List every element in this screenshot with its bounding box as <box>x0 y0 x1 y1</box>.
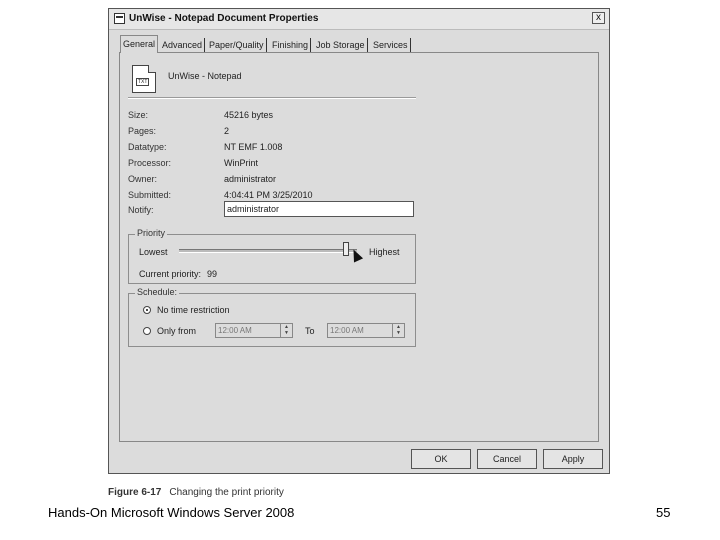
only-from-label[interactable]: Only from <box>157 326 196 336</box>
priority-slider-track[interactable] <box>179 249 357 253</box>
tab-job-storage[interactable]: Job Storage <box>314 38 368 52</box>
window-title: UnWise - Notepad Document Properties <box>129 13 319 24</box>
figure-text: Changing the print priority <box>169 487 284 498</box>
figure-number: Figure 6-17 <box>108 487 162 498</box>
tab-general[interactable]: General <box>120 35 159 53</box>
from-time-value: 12:00 AM <box>218 326 252 335</box>
to-label: To <box>305 326 315 336</box>
figure-caption: Figure 6-17 Changing the print priority <box>108 487 284 498</box>
from-time-field[interactable]: 12:00 AM ▲ ▼ <box>215 323 293 338</box>
pages-label: Pages: <box>128 126 157 136</box>
priority-highest-label: Highest <box>369 247 400 257</box>
apply-button[interactable]: Apply <box>543 449 603 469</box>
size-label: Size: <box>128 110 149 120</box>
document-name: UnWise - Notepad <box>168 71 242 81</box>
book-title: Hands-On Microsoft Windows Server 2008 <box>48 505 295 520</box>
owner-label: Owner: <box>128 174 158 184</box>
only-from-radio[interactable] <box>143 327 151 335</box>
current-priority-value: 99 <box>207 269 218 279</box>
properties-dialog: UnWise - Notepad Document Properties x G… <box>108 8 610 474</box>
from-time-spinner[interactable]: ▲ ▼ <box>280 324 292 337</box>
no-time-restriction-radio[interactable] <box>143 306 151 314</box>
notify-label: Notify: <box>128 205 154 215</box>
priority-group: Priority Lowest Highest Current priority… <box>128 228 416 284</box>
document-icon: TXT <box>132 65 156 93</box>
processor-label: Processor: <box>128 158 172 168</box>
to-time-spinner[interactable]: ▲ ▼ <box>392 324 404 337</box>
close-button[interactable]: x <box>592 12 605 24</box>
submitted-value: 4:04:41 PM 3/25/2010 <box>224 190 313 200</box>
schedule-group-title: Schedule: <box>135 287 180 297</box>
ok-button[interactable]: OK <box>411 449 471 469</box>
tab-services[interactable]: Services <box>371 38 411 52</box>
to-time-field[interactable]: 12:00 AM ▲ ▼ <box>327 323 405 338</box>
cancel-button[interactable]: Cancel <box>477 449 537 469</box>
title-bar[interactable]: UnWise - Notepad Document Properties x <box>109 9 609 30</box>
size-value: 45216 bytes <box>224 110 274 120</box>
owner-value: administrator <box>224 174 277 184</box>
printer-document-icon <box>114 13 125 24</box>
general-tab-panel: TXT UnWise - Notepad Size: 45216 bytes P… <box>119 52 599 442</box>
notify-field[interactable]: administrator <box>224 201 414 217</box>
priority-slider-thumb[interactable] <box>343 242 349 256</box>
submitted-label: Submitted: <box>128 190 172 200</box>
pages-value: 2 <box>224 126 230 136</box>
tab-finishing[interactable]: Finishing <box>270 38 312 52</box>
page-number: 55 <box>656 505 671 520</box>
tab-paper-quality[interactable]: Paper/Quality <box>207 38 267 52</box>
processor-value: WinPrint <box>224 158 259 168</box>
datatype-label: Datatype: <box>128 142 167 152</box>
mouse-cursor-icon <box>348 247 364 263</box>
priority-lowest-label: Lowest <box>139 247 168 257</box>
priority-group-title: Priority <box>135 228 168 238</box>
current-priority-label: Current priority: <box>139 269 202 279</box>
datatype-value: NT EMF 1.008 <box>224 142 283 152</box>
no-time-restriction-label[interactable]: No time restriction <box>157 305 230 315</box>
document-icon-label: TXT <box>136 78 150 86</box>
divider <box>128 97 416 99</box>
schedule-group: Schedule: No time restriction Only from … <box>128 287 416 347</box>
to-time-value: 12:00 AM <box>330 326 364 335</box>
tab-advanced[interactable]: Advanced <box>160 38 206 52</box>
